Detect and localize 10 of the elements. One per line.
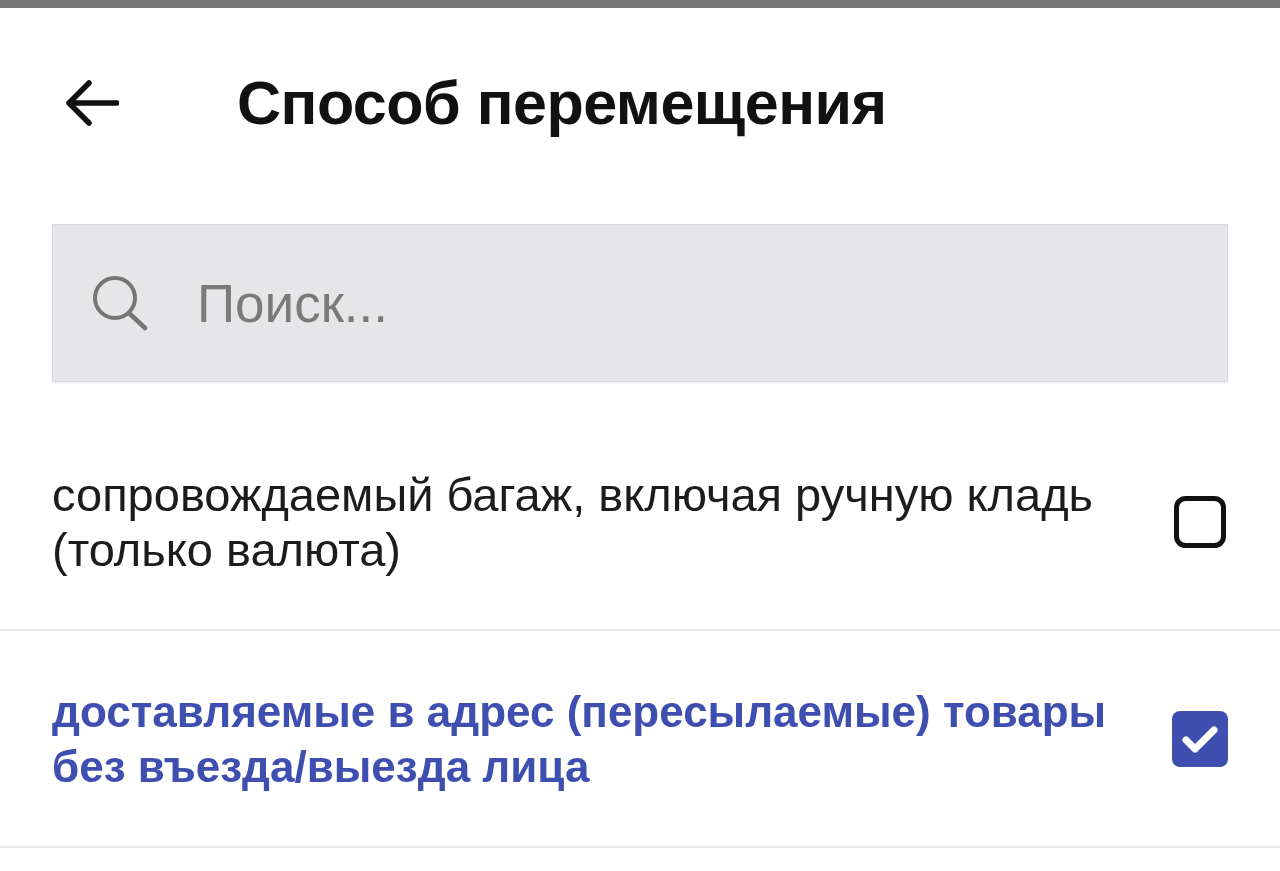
search-field[interactable]: Поиск... [52,224,1228,382]
back-button[interactable] [64,80,119,126]
checkbox[interactable] [1172,711,1228,767]
back-arrow-icon [64,80,119,126]
search-input[interactable]: Поиск... [197,267,1227,339]
search-icon [91,275,149,331]
option-label: сопровождаемый багаж, включая ручную кладь (только валюта) [52,467,1095,577]
checkbox[interactable] [1172,494,1228,550]
option-label: доставляемые в адрес (пересылаемые) товары без въезда/выезда лица [52,686,1108,793]
page-title: Способ перемещения [237,68,887,138]
